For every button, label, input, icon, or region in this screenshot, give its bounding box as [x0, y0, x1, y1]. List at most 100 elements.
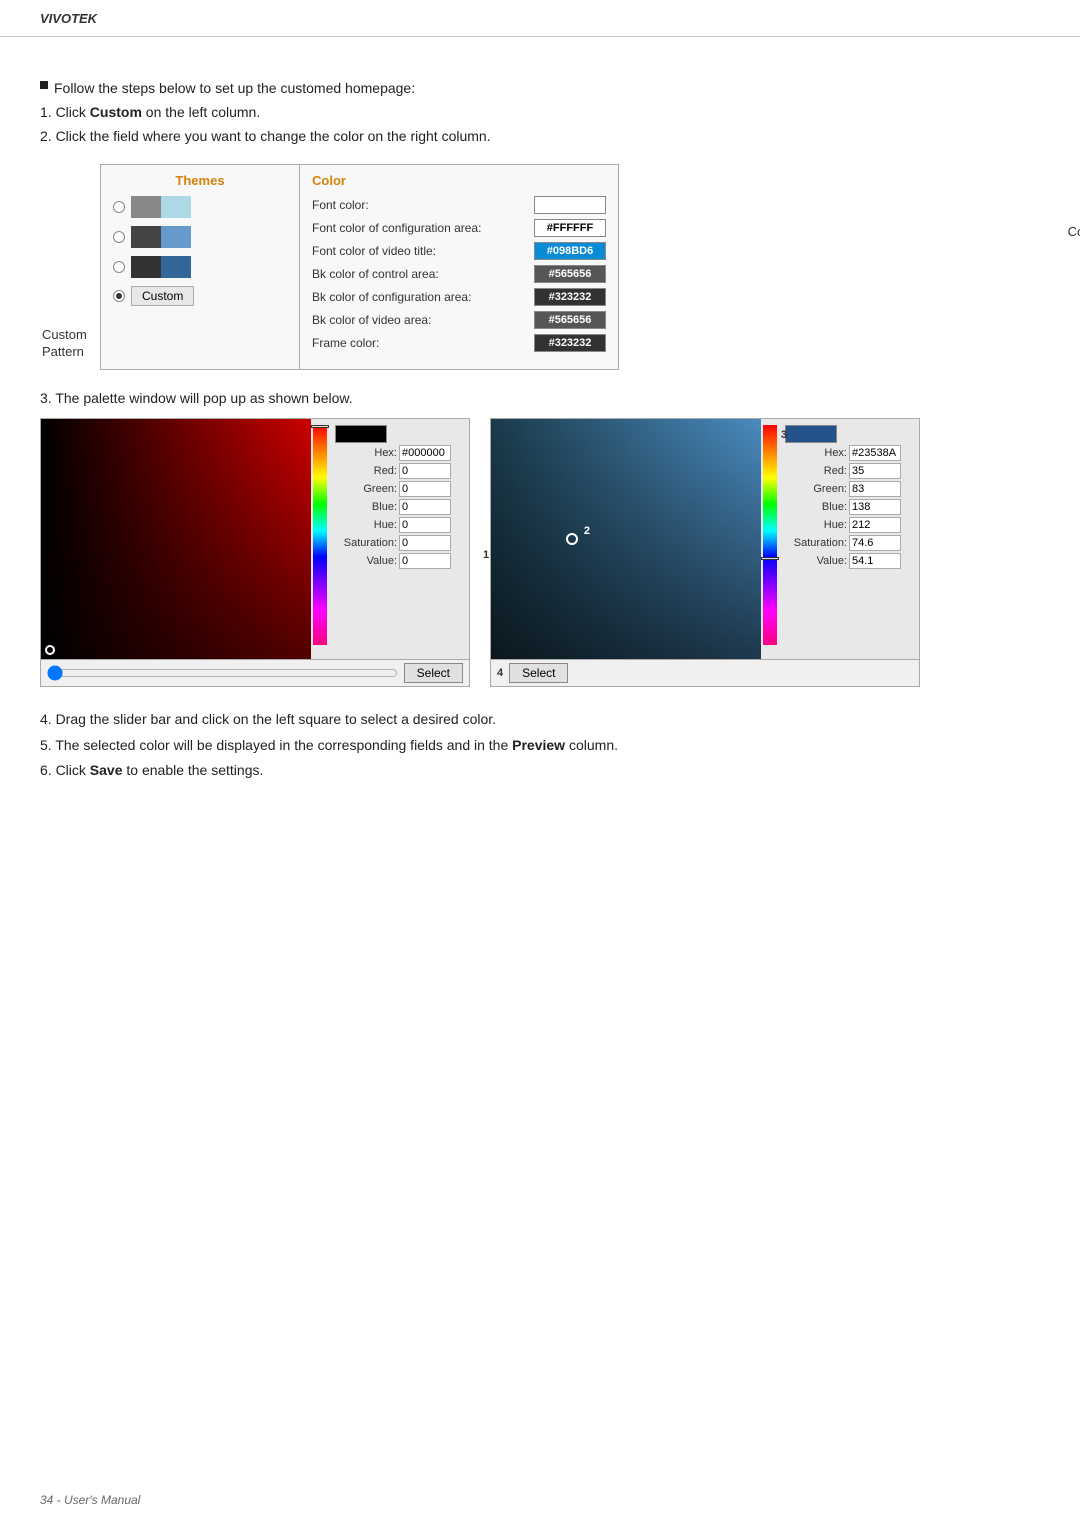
- val-label-1: Value:: [335, 555, 397, 567]
- color-row-font-video: Font color of video title: #098BD6: [312, 242, 606, 260]
- theme-row-1: [113, 196, 287, 218]
- field-val-2: Value:: [785, 553, 913, 569]
- theme-row-2: [113, 226, 287, 248]
- val-input-2[interactable]: [849, 553, 901, 569]
- sat-input-2[interactable]: [849, 535, 901, 551]
- field-hex-1: Hex:: [335, 445, 463, 461]
- footer-text: 34 - User's Manual: [40, 1493, 140, 1507]
- color-row-font-config: Font color of configuration area: #FFFFF…: [312, 219, 606, 237]
- hue-bar-col-1: [311, 419, 329, 659]
- brand-title: VIVOTEK: [40, 11, 97, 26]
- picker-slider-1[interactable]: [47, 667, 398, 679]
- green-input-2[interactable]: [849, 481, 901, 497]
- green-input-1[interactable]: [399, 481, 451, 497]
- swatch-left-1: [131, 196, 161, 218]
- color-label-font-config: Font color of configuration area:: [312, 221, 534, 235]
- sat-label-1: Saturation:: [335, 537, 397, 549]
- hue-bar-2[interactable]: [763, 425, 777, 645]
- color-label-font: Font color:: [312, 198, 534, 212]
- hue-label-1: Hue:: [335, 519, 397, 531]
- custom-button[interactable]: Custom: [131, 286, 194, 306]
- step1-bold: Custom: [90, 104, 142, 120]
- theme-radio-2[interactable]: [113, 231, 125, 243]
- color-swatch-bk-video[interactable]: #565656: [534, 311, 606, 329]
- indicator-4: 4: [497, 667, 503, 679]
- field-sat-1: Saturation:: [335, 535, 463, 551]
- red-input-1[interactable]: [399, 463, 451, 479]
- swatch-right-2: [161, 226, 191, 248]
- custom-radio[interactable]: [113, 290, 125, 302]
- color-row-bk-video: Bk color of video area: #565656: [312, 311, 606, 329]
- red-label-2: Red:: [785, 465, 847, 477]
- main-content: Follow the steps below to set up the cus…: [0, 57, 1080, 803]
- select-button-2[interactable]: Select: [509, 663, 568, 683]
- green-label-1: Green:: [335, 483, 397, 495]
- footer: 34 - User's Manual: [40, 1493, 140, 1507]
- blue-label-2: Blue:: [785, 501, 847, 513]
- color-selector-label: Color Selector: [1068, 224, 1080, 239]
- color-row-bk-config: Bk color of configuration area: #323232: [312, 288, 606, 306]
- custom-row: Custom: [113, 286, 287, 306]
- color-row-frame: Frame color: #323232: [312, 334, 606, 352]
- field-blue-2: Blue:: [785, 499, 913, 515]
- step3-heading: 3. The palette window will pop up as sho…: [40, 390, 1040, 406]
- field-val-1: Value:: [335, 553, 463, 569]
- color-row-bk-control: Bk color of control area: #565656: [312, 265, 606, 283]
- picker-inner-2: 2 3 Hex:: [491, 419, 919, 659]
- picker-circle-2-wrapper: 2: [566, 533, 578, 545]
- themes-title: Themes: [113, 173, 287, 188]
- color-swatch-frame[interactable]: #323232: [534, 334, 606, 352]
- color-swatch-font-video[interactable]: #098BD6: [534, 242, 606, 260]
- field-hue-2: Hue:: [785, 517, 913, 533]
- red-input-2[interactable]: [849, 463, 901, 479]
- hex-input-2[interactable]: [849, 445, 901, 461]
- theme-row-3: [113, 256, 287, 278]
- step6-text: 6. Click Save to enable the settings.: [40, 758, 1040, 783]
- grad-overlay-2: [491, 419, 761, 659]
- picker-panel-1: Hex: Red: Green: Blue:: [40, 418, 470, 687]
- red-label-1: Red:: [335, 465, 397, 477]
- field-green-1: Green:: [335, 481, 463, 497]
- blue-input-1[interactable]: [399, 499, 451, 515]
- hue-input-2[interactable]: [849, 517, 901, 533]
- field-hue-1: Hue:: [335, 517, 463, 533]
- sat-input-1[interactable]: [399, 535, 451, 551]
- color-panel: Color Font color: Font color of configur…: [299, 164, 619, 370]
- blue-input-2[interactable]: [849, 499, 901, 515]
- custom-pattern-label: CustomPattern: [42, 327, 87, 361]
- color-swatch-bk-control[interactable]: #565656: [534, 265, 606, 283]
- select-button-1[interactable]: Select: [404, 663, 463, 683]
- color-swatch-font-config[interactable]: #FFFFFF: [534, 219, 606, 237]
- indicator-3: 3: [781, 429, 787, 441]
- preview-bold: Preview: [512, 737, 565, 753]
- gradient-square-1[interactable]: [41, 419, 311, 659]
- color-label-frame: Frame color:: [312, 336, 534, 350]
- gradient-square-2[interactable]: 2: [491, 419, 761, 659]
- swatch-left-2: [131, 226, 161, 248]
- color-panel-title: Color: [312, 173, 606, 188]
- theme-radio-3[interactable]: [113, 261, 125, 273]
- hue-input-1[interactable]: [399, 517, 451, 533]
- swatch-right-1: [161, 196, 191, 218]
- hex-input-1[interactable]: [399, 445, 451, 461]
- fields-col-1: Hex: Red: Green: Blue:: [329, 419, 469, 659]
- hue-bar-1[interactable]: [313, 425, 327, 645]
- hue-label-2: Hue:: [785, 519, 847, 531]
- step4-text: 4. Drag the slider bar and click on the …: [40, 707, 1040, 732]
- val-input-1[interactable]: [399, 553, 451, 569]
- bullet-intro: Follow the steps below to set up the cus…: [40, 77, 1040, 101]
- field-preview-row-2: [785, 425, 913, 443]
- instructions-block: Follow the steps below to set up the cus…: [40, 77, 1040, 148]
- step1-text: 1. Click Custom on the left column.: [40, 101, 1040, 125]
- theme-radio-1[interactable]: [113, 201, 125, 213]
- pickers-row: Hex: Red: Green: Blue:: [40, 418, 1040, 687]
- sat-label-2: Saturation:: [785, 537, 847, 549]
- color-swatch-font[interactable]: [534, 196, 606, 214]
- picker-bottom-2: 4 Select: [491, 659, 919, 686]
- field-sat-2: Saturation:: [785, 535, 913, 551]
- picker-panel-2: 1 2 3: [490, 418, 920, 687]
- color-label-bk-control: Bk color of control area:: [312, 267, 534, 281]
- color-swatch-bk-config[interactable]: #323232: [534, 288, 606, 306]
- theme-swatch-1: [131, 196, 191, 218]
- picker-inner-1: Hex: Red: Green: Blue:: [41, 419, 469, 659]
